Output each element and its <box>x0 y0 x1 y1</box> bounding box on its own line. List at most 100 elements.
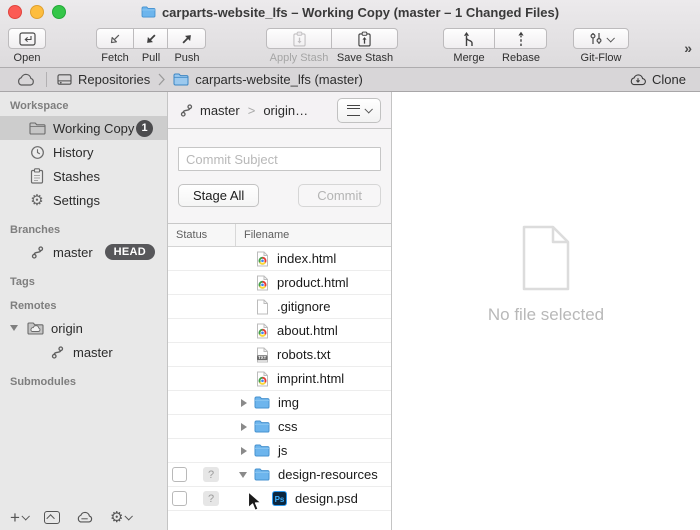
chevron-down-icon <box>364 105 372 113</box>
photoshop-file-icon: Ps <box>272 491 287 506</box>
section-submodules: Submodules <box>10 376 167 388</box>
close-button[interactable] <box>8 5 22 19</box>
status-cell: ? <box>168 487 236 510</box>
apply-stash-button[interactable]: Apply Stash <box>266 28 332 64</box>
remote-folder-icon <box>26 322 44 335</box>
disclosure-triangle-icon[interactable] <box>241 423 247 431</box>
upstream-label: origin… <box>263 103 308 118</box>
untracked-status-badge: ? <box>203 467 219 482</box>
branch-icon <box>28 246 46 259</box>
sidebar-item-label: Settings <box>53 193 100 208</box>
clone-download-icon <box>629 73 647 86</box>
plus-icon: + <box>10 509 20 526</box>
section-workspace: Workspace <box>10 100 167 112</box>
git-flow-sliders-icon <box>589 32 603 45</box>
sidebar: Workspace Working Copy 1 History Stashes… <box>0 92 168 530</box>
save-stash-button[interactable]: Save Stash <box>332 28 398 64</box>
file-row[interactable]: TXT robots.txt <box>168 343 391 367</box>
file-row[interactable]: .gitignore <box>168 295 391 319</box>
file-row[interactable]: product.html <box>168 271 391 295</box>
stage-checkbox[interactable] <box>172 467 187 482</box>
folder-icon <box>254 396 270 409</box>
view-options-button[interactable] <box>337 98 381 123</box>
main-area: Workspace Working Copy 1 History Stashes… <box>0 92 700 530</box>
gear-icon: ⚙ <box>28 193 46 208</box>
branch-actions-group: Merge Rebase <box>443 28 547 64</box>
toggle-panel-button[interactable] <box>44 511 60 524</box>
pull-button[interactable]: Pull <box>134 28 168 64</box>
clipboard-icon <box>28 168 46 184</box>
sidebar-remote-branch-master[interactable]: master <box>0 340 167 364</box>
svg-text:Ps: Ps <box>275 495 285 504</box>
sidebar-item-history[interactable]: History <box>0 140 167 164</box>
remote-actions-group: Fetch Pull Push <box>96 28 206 64</box>
sidebar-remote-origin[interactable]: origin <box>0 316 167 340</box>
disclosure-triangle-icon[interactable] <box>10 325 18 331</box>
folder-name: js <box>278 443 287 458</box>
status-cell <box>168 439 236 462</box>
folder-icon <box>173 73 189 86</box>
gear-icon: ⚙ <box>110 510 123 525</box>
file-row[interactable]: ? Ps design.psd <box>168 487 391 511</box>
chevron-down-icon <box>606 34 614 42</box>
status-cell <box>168 415 236 438</box>
sidebar-item-stashes[interactable]: Stashes <box>0 164 167 188</box>
section-remotes: Remotes <box>10 300 167 312</box>
push-button[interactable]: Push <box>168 28 206 64</box>
file-row[interactable]: index.html <box>168 247 391 271</box>
branch-label: master <box>53 245 93 260</box>
file-row[interactable]: about.html <box>168 319 391 343</box>
branch-selector-row: master > origin… <box>168 92 391 129</box>
commit-button[interactable]: Commit <box>298 184 381 207</box>
cloud-icon[interactable] <box>16 73 36 86</box>
remote-accounts-button[interactable] <box>76 511 94 523</box>
disclosure-triangle-icon[interactable] <box>241 447 247 455</box>
rebase-icon <box>516 31 526 47</box>
commit-subject-input[interactable] <box>178 147 381 171</box>
sidebar-branch-master[interactable]: master HEAD <box>0 240 167 264</box>
disclosure-triangle-icon[interactable] <box>241 399 247 407</box>
sidebar-item-settings[interactable]: ⚙ Settings <box>0 188 167 212</box>
fetch-arrow-icon <box>107 31 123 47</box>
chevron-down-icon <box>125 512 133 520</box>
toolbar-overflow-button[interactable]: » <box>684 28 692 56</box>
chevron-down-icon <box>21 512 29 520</box>
folder-icon <box>254 420 270 433</box>
status-cell: ? <box>168 463 236 486</box>
folder-name: design-resources <box>278 467 378 482</box>
open-button[interactable]: Open <box>8 28 46 64</box>
column-header-status[interactable]: Status <box>168 224 236 246</box>
add-repository-button[interactable]: + <box>10 509 28 526</box>
sidebar-item-working-copy[interactable]: Working Copy 1 <box>0 116 167 140</box>
window-title: carparts-website_lfs – Working Copy (mas… <box>162 5 559 20</box>
clone-button[interactable]: Clone <box>629 72 686 87</box>
rebase-button[interactable]: Rebase <box>495 28 547 64</box>
apply-stash-icon <box>293 31 306 47</box>
sidebar-bottom-toolbar: + ⚙ <box>0 504 167 530</box>
folder-row[interactable]: img <box>168 391 391 415</box>
merge-button[interactable]: Merge <box>443 28 495 64</box>
folder-row[interactable]: ? design-resources <box>168 463 391 487</box>
minimize-button[interactable] <box>30 5 44 19</box>
file-name: product.html <box>277 275 349 290</box>
zoom-button[interactable] <box>52 5 66 19</box>
file-name: design.psd <box>295 491 358 506</box>
file-list-header: Status Filename <box>168 224 391 247</box>
clock-icon <box>28 145 46 160</box>
breadcrumb-repositories[interactable]: Repositories <box>57 72 150 87</box>
git-flow-button[interactable]: Git-Flow <box>573 28 629 64</box>
html-file-icon <box>256 323 269 339</box>
settings-menu-button[interactable]: ⚙ <box>110 510 131 525</box>
sidebar-item-label: History <box>53 145 93 160</box>
section-branches: Branches <box>10 224 167 236</box>
stage-all-button[interactable]: Stage All <box>178 184 259 207</box>
fetch-button[interactable]: Fetch <box>96 28 134 64</box>
file-row[interactable]: imprint.html <box>168 367 391 391</box>
stage-checkbox[interactable] <box>172 491 187 506</box>
folder-row[interactable]: css <box>168 415 391 439</box>
status-cell <box>168 319 236 342</box>
column-header-filename[interactable]: Filename <box>236 229 289 241</box>
disclosure-triangle-icon[interactable] <box>239 472 247 478</box>
breadcrumb-repository[interactable]: carparts-website_lfs (master) <box>173 72 363 87</box>
folder-row[interactable]: js <box>168 439 391 463</box>
